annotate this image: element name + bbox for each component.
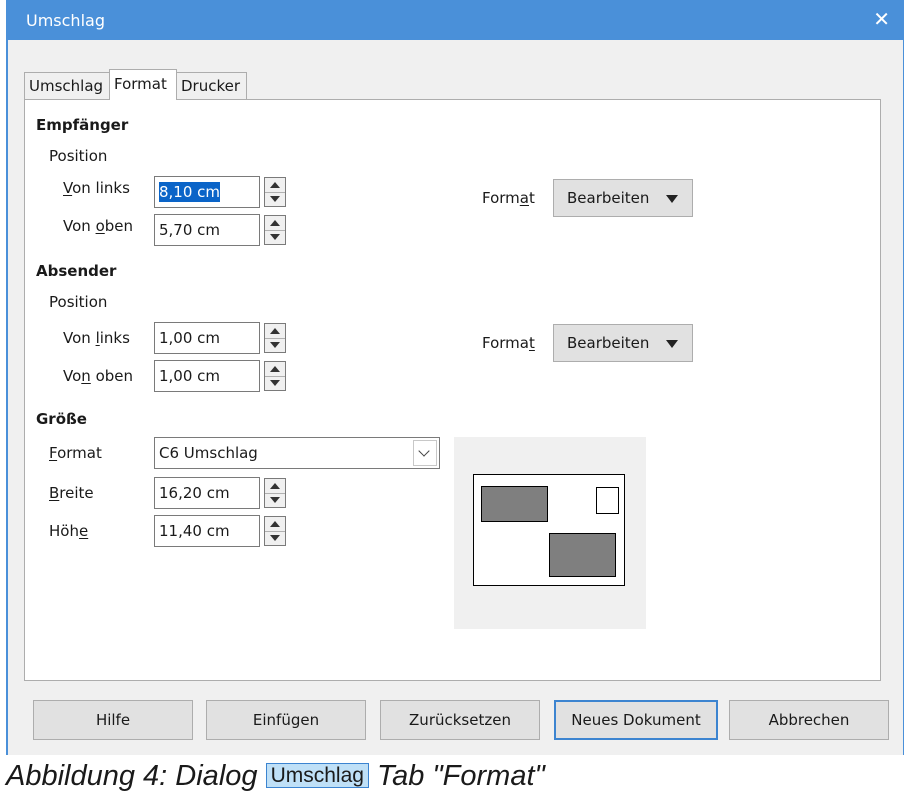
envelope-format-select[interactable]: C6 Umschlag <box>154 437 440 469</box>
help-button-label: Hilfe <box>95 711 131 729</box>
spin-up-down-icon[interactable] <box>264 177 286 207</box>
recipient-from-top-value: 5,70 cm <box>159 221 221 239</box>
tab-label: Drucker <box>181 77 241 95</box>
sender-from-left-value: 1,00 cm <box>159 329 221 347</box>
tab-umschlag[interactable]: Umschlag <box>24 72 110 99</box>
help-button[interactable]: Hilfe <box>33 700 193 740</box>
sender-section-title: Absender <box>36 262 117 280</box>
envelope-format-value: C6 Umschlag <box>159 444 258 462</box>
recipient-edit-button[interactable]: Bearbeiten <box>553 179 693 217</box>
window-title: Umschlag <box>26 11 105 30</box>
sender-edit-button[interactable]: Bearbeiten <box>553 324 693 362</box>
insert-button[interactable]: Einfügen <box>206 700 366 740</box>
preview-stamp <box>596 487 619 514</box>
caption-dialog-name: Umschlag <box>265 763 369 788</box>
sender-format-label: Format <box>482 334 535 352</box>
preview-recipient-block <box>549 533 616 577</box>
format-tab-panel <box>24 99 881 681</box>
recipient-section-title: Empfänger <box>36 116 129 134</box>
figure-caption: Abbildung 4: Dialog Umschlag Tab "Format… <box>6 758 545 794</box>
tab-format[interactable]: Format <box>109 69 177 100</box>
recipient-from-left-label: Von links <box>63 179 130 197</box>
reset-button-label: Zurücksetzen <box>409 711 511 729</box>
recipient-from-top-field[interactable]: 5,70 cm <box>154 214 260 246</box>
cancel-button-label: Abbrechen <box>768 711 850 729</box>
sender-from-top-value: 1,00 cm <box>159 367 221 385</box>
sender-from-top-label: Von oben <box>63 367 133 385</box>
sender-from-left-label: Von links <box>63 329 130 347</box>
tab-label: Umschlag <box>29 77 104 95</box>
recipient-from-left-value: 8,10 cm <box>159 182 221 202</box>
title-bar: Umschlag ✕ <box>6 0 904 40</box>
recipient-from-left-field[interactable]: 8,10 cm <box>154 176 260 208</box>
tab-drucker[interactable]: Drucker <box>176 72 247 99</box>
preview-sender-block <box>481 486 548 522</box>
caption-suffix: Tab "Format" <box>377 760 545 792</box>
triangle-down-icon <box>666 195 678 203</box>
sender-from-top-field[interactable]: 1,00 cm <box>154 360 260 392</box>
reset-button[interactable]: Zurücksetzen <box>380 700 540 740</box>
size-width-field[interactable]: 16,20 cm <box>154 477 260 509</box>
edit-button-label: Bearbeiten <box>567 189 650 207</box>
close-icon[interactable]: ✕ <box>873 8 890 30</box>
spin-up-down-icon[interactable] <box>264 215 286 245</box>
recipient-position-label: Position <box>49 147 108 165</box>
size-section-title: Größe <box>36 410 87 428</box>
size-height-field[interactable]: 11,40 cm <box>154 515 260 547</box>
sender-from-left-field[interactable]: 1,00 cm <box>154 322 260 354</box>
sender-position-label: Position <box>49 293 108 311</box>
chevron-down-icon[interactable] <box>413 440 437 466</box>
new-document-button-label: Neues Dokument <box>571 711 701 729</box>
triangle-down-icon <box>666 340 678 348</box>
insert-button-label: Einfügen <box>252 711 320 729</box>
size-height-value: 11,40 cm <box>159 522 230 540</box>
recipient-format-label: Format <box>482 189 535 207</box>
size-width-value: 16,20 cm <box>159 484 230 502</box>
spin-up-down-icon[interactable] <box>264 361 286 391</box>
size-format-label: Format <box>49 444 102 462</box>
spin-up-down-icon[interactable] <box>264 323 286 353</box>
edit-button-label: Bearbeiten <box>567 334 650 352</box>
spin-up-down-icon[interactable] <box>264 478 286 508</box>
recipient-from-top-label: Von oben <box>63 217 134 235</box>
spin-up-down-icon[interactable] <box>264 516 286 546</box>
size-width-label: Breite <box>49 484 94 502</box>
new-document-button[interactable]: Neues Dokument <box>554 700 718 740</box>
cancel-button[interactable]: Abbrechen <box>729 700 889 740</box>
tab-label: Format <box>114 75 167 93</box>
size-height-label: Höhe <box>49 522 89 540</box>
caption-prefix: Abbildung 4: Dialog <box>6 760 258 792</box>
